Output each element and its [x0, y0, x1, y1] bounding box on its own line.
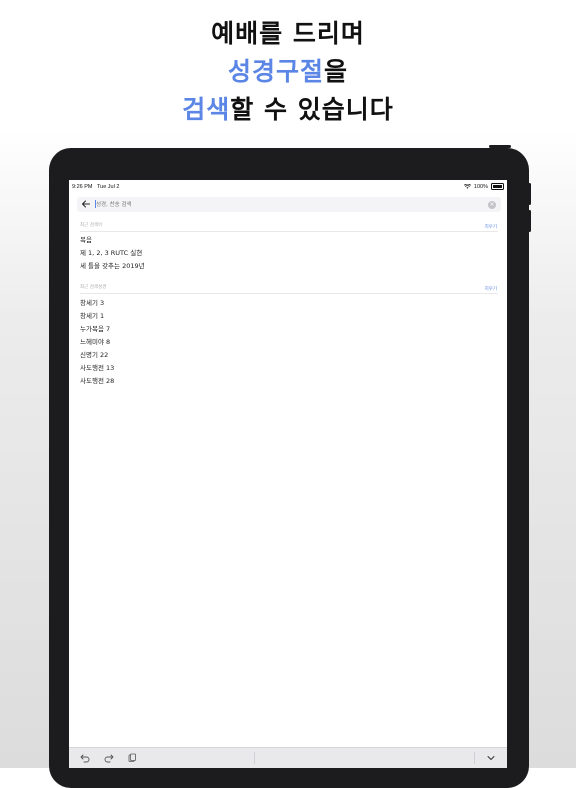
redo-icon[interactable]	[104, 753, 114, 763]
status-right: 100%	[463, 183, 504, 190]
keyboard-toolbar	[69, 747, 507, 768]
recent-verse-item[interactable]: 느헤미야 8	[80, 336, 110, 346]
recent-searches-label: 최근 검색어	[80, 223, 103, 228]
status-time: 9:26 PM	[72, 184, 93, 190]
tablet-top-button	[489, 145, 511, 148]
battery-icon	[491, 183, 504, 190]
clear-search-icon[interactable]: ×	[488, 200, 496, 209]
recent-verse-item[interactable]: 누가복음 7	[80, 323, 110, 333]
clear-recent-verses-button[interactable]: 지우기	[485, 286, 497, 292]
toolbar-divider	[254, 752, 255, 764]
recent-verse-item[interactable]: 창세기 1	[80, 310, 104, 320]
section-divider	[80, 293, 498, 294]
recent-verse-item[interactable]: 창세기 3	[80, 297, 104, 307]
tablet-screen: 9:26 PM Tue Jul 2 100% × 최근 검색어 지우기 복음 제…	[69, 180, 507, 768]
promo-line-2-accent: 성경구절	[227, 57, 324, 86]
promo-line-2-rest: 을	[324, 57, 349, 86]
promo-line-1-text: 예배를 드리며	[211, 19, 365, 48]
search-bar: ×	[77, 197, 501, 212]
promo-line-1: 예배를 드리며	[0, 14, 576, 50]
promo-line-3-rest: 할 수 있습니다	[230, 95, 394, 124]
promo-line-3: 검색할 수 있습니다	[0, 90, 576, 126]
recent-verse-item[interactable]: 사도행전 13	[80, 362, 114, 372]
promo-line-2: 성경구절을	[0, 52, 576, 88]
status-date: Tue Jul 2	[97, 184, 120, 190]
tablet-volume-down	[528, 210, 531, 232]
recent-search-item[interactable]: 복음	[80, 234, 92, 244]
hide-keyboard-chevron-icon[interactable]	[486, 753, 496, 763]
toolbar-divider	[474, 752, 475, 764]
recent-verse-item[interactable]: 신명기 22	[80, 349, 108, 359]
status-bar: 9:26 PM Tue Jul 2 100%	[69, 180, 507, 194]
paste-icon[interactable]	[127, 753, 137, 763]
recent-verses-label: 최근 검색성경	[80, 285, 107, 290]
promo-line-3-accent: 검색	[182, 95, 231, 124]
section-divider	[80, 231, 498, 232]
search-input[interactable]	[96, 199, 476, 210]
clear-recent-searches-button[interactable]: 지우기	[485, 224, 497, 230]
recent-verse-item[interactable]: 사도행전 28	[80, 375, 114, 385]
battery-percent: 100%	[473, 183, 488, 190]
undo-icon[interactable]	[80, 753, 90, 763]
wifi-icon	[463, 184, 471, 189]
recent-search-item[interactable]: 세 틀을 갖추는 2019년	[80, 260, 145, 270]
tablet-volume-up	[528, 183, 531, 205]
recent-search-item[interactable]: 제 1, 2, 3 RUTC 실현	[80, 247, 142, 257]
back-arrow-icon[interactable]	[81, 199, 91, 209]
